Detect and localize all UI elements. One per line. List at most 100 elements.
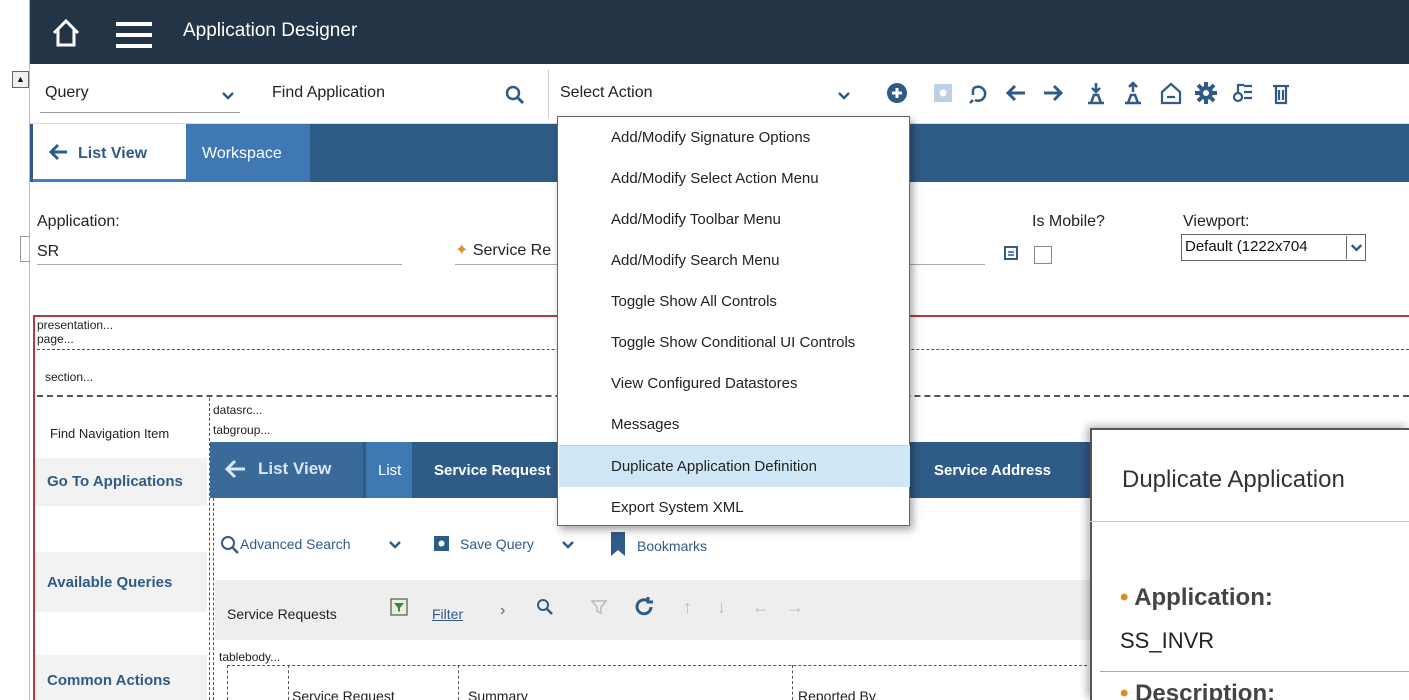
filter-link[interactable]: Filter (432, 606, 463, 622)
tablebody-border (227, 665, 1087, 666)
save-query-icon[interactable] (433, 535, 450, 552)
dialog-application-field[interactable]: SS_INVR (1120, 628, 1214, 654)
menu-item-configured-datastores[interactable]: View Configured Datastores (559, 363, 910, 404)
hamburger-menu-icon[interactable] (116, 22, 152, 48)
arrow-left-icon[interactable]: ← (752, 597, 770, 618)
tab-workspace-label: Workspace (202, 145, 282, 162)
select-action-dropdown[interactable]: Select Action (560, 84, 653, 102)
go-to-applications-heading[interactable]: Go To Applications (47, 473, 183, 490)
col-divider (792, 665, 793, 700)
page-control[interactable]: page... (37, 332, 74, 346)
presentation-control[interactable]: presentation... (37, 318, 113, 332)
export-icon[interactable] (1158, 80, 1184, 106)
delete-icon[interactable] (1268, 80, 1294, 106)
arrow-left-icon[interactable] (1003, 80, 1029, 106)
dialog-description-label: • Description: (1120, 680, 1275, 700)
chevron-down-icon[interactable] (222, 90, 234, 102)
inner-tab-service-address[interactable]: Service Address (934, 462, 1051, 479)
refresh-icon[interactable] (633, 596, 655, 618)
col-divider (288, 665, 289, 700)
move-down-icon[interactable] (1083, 80, 1109, 106)
arrow-up-icon[interactable]: ↑ (683, 597, 692, 618)
toolbar-divider (548, 70, 549, 118)
query-select-value[interactable]: Query (45, 84, 89, 102)
menu-item-show-all-controls[interactable]: Toggle Show All Controls (559, 281, 910, 322)
chevron-down-icon[interactable] (389, 539, 401, 551)
chevron-down-icon[interactable] (1346, 236, 1366, 259)
tab-list-view-label: List View (78, 145, 148, 162)
is-mobile-checkbox[interactable] (1034, 246, 1052, 264)
application-underline (37, 264, 402, 265)
required-marker: • (1120, 680, 1136, 700)
bookmark-icon[interactable] (610, 531, 626, 557)
inner-left-border (213, 498, 214, 700)
dialog-application-underline (1100, 671, 1409, 672)
menu-item-toolbar-menu[interactable]: Add/Modify Toolbar Menu (559, 199, 910, 240)
back-arrow-icon[interactable] (223, 458, 247, 480)
col-divider (458, 665, 459, 700)
menu-item-export-xml[interactable]: Export System XML (559, 487, 910, 528)
menu-item-messages[interactable]: Messages (559, 404, 910, 445)
filter-icon[interactable] (390, 598, 408, 616)
left-gutter (0, 0, 30, 700)
column-header-service-request[interactable]: Service Request (292, 688, 395, 700)
advanced-search-link[interactable]: Advanced Search (240, 536, 351, 552)
query-select-underline (40, 112, 240, 113)
back-arrow-icon[interactable] (47, 142, 69, 162)
arrow-down-icon[interactable]: ↓ (717, 597, 726, 618)
menu-item-signature-options[interactable]: Add/Modify Signature Options (559, 117, 910, 158)
find-application-input[interactable]: Find Application (272, 84, 385, 102)
inner-tab-list-view-label: List View (258, 459, 332, 478)
scroll-up-arrow-icon[interactable]: ▲ (12, 71, 29, 88)
search-icon[interactable] (536, 598, 554, 616)
gear-icon[interactable] (1193, 80, 1219, 106)
save-icon[interactable] (930, 80, 956, 106)
service-request-label: ✦ Service Re (455, 242, 552, 259)
column-header-reported-by[interactable]: Reported By (798, 688, 876, 700)
inner-tab-service-request[interactable]: Service Request (434, 462, 551, 479)
undo-icon[interactable] (966, 80, 992, 106)
find-navigation-item[interactable]: Find Navigation Item (50, 426, 169, 441)
search-icon[interactable] (220, 535, 240, 555)
menu-item-conditional-ui[interactable]: Toggle Show Conditional UI Controls (559, 322, 910, 363)
chevron-right-icon[interactable]: › (500, 602, 505, 620)
tabgroup-control[interactable]: tabgroup... (213, 423, 270, 437)
application-label: Application: (37, 213, 120, 230)
col-divider (227, 665, 228, 700)
inner-tab-list-label: List (378, 462, 402, 479)
select-action-menu: Add/Modify Signature Options Add/Modify … (557, 116, 910, 526)
grid-toolbar (215, 580, 1095, 640)
is-mobile-label: Is Mobile? (1032, 213, 1105, 230)
chevron-down-icon[interactable] (562, 539, 574, 551)
column-header-summary[interactable]: Summary (468, 688, 528, 700)
bookmarks-link[interactable]: Bookmarks (637, 538, 707, 554)
menu-item-search-menu[interactable]: Add/Modify Search Menu (559, 240, 910, 281)
tablebody-control[interactable]: tablebody... (219, 650, 280, 664)
clear-filter-icon[interactable] (590, 598, 608, 616)
grid-title: Service Requests (227, 606, 337, 622)
tree-edit-icon[interactable] (1229, 80, 1255, 106)
dialog-application-label: • Application: (1120, 584, 1273, 611)
app-title: Application Designer (183, 20, 358, 41)
arrow-right-icon[interactable]: → (786, 597, 804, 618)
common-actions-heading[interactable]: Common Actions (47, 672, 171, 689)
section-control[interactable]: section... (45, 370, 93, 384)
arrow-right-icon[interactable] (1040, 80, 1066, 106)
chevron-down-icon[interactable] (838, 90, 850, 102)
menu-item-duplicate-application[interactable]: Duplicate Application Definition (559, 446, 910, 487)
save-query-link[interactable]: Save Query (460, 536, 534, 552)
required-marker: • (1120, 584, 1135, 611)
viewport-label: Viewport: (1183, 213, 1250, 230)
dialog-title-divider (1090, 521, 1409, 522)
detail-menu-icon[interactable] (1004, 246, 1018, 260)
gutter-handle[interactable] (20, 236, 30, 262)
home-icon[interactable] (51, 18, 81, 48)
datasrc-control[interactable]: datasrc... (213, 403, 262, 417)
search-icon[interactable] (504, 84, 526, 106)
available-queries-heading[interactable]: Available Queries (47, 574, 172, 591)
application-field[interactable]: SR (37, 243, 59, 261)
add-icon[interactable] (884, 80, 910, 106)
dialog-title: Duplicate Application (1122, 466, 1345, 493)
menu-item-select-action-menu[interactable]: Add/Modify Select Action Menu (559, 158, 910, 199)
move-up-icon[interactable] (1120, 80, 1146, 106)
